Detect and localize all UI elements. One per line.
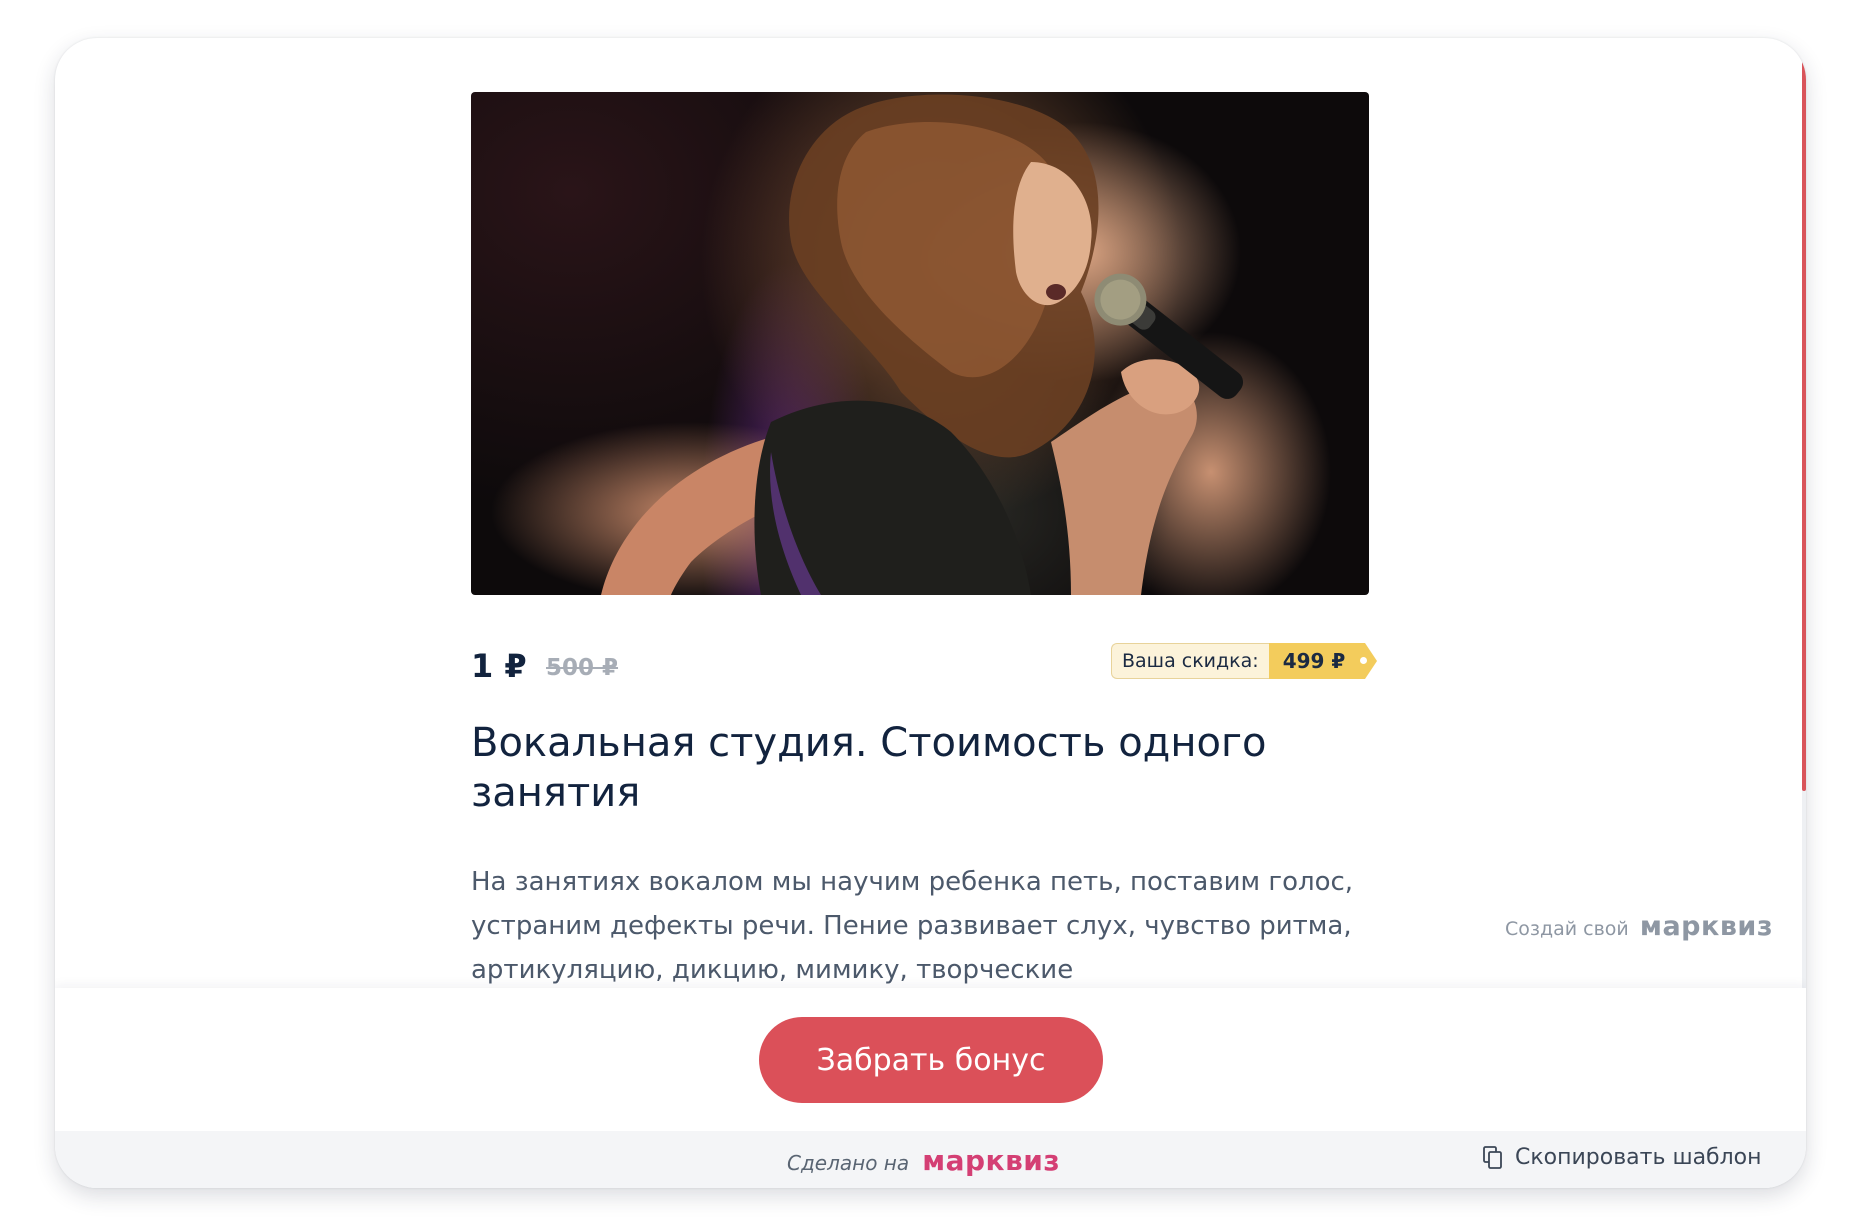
made-on-link[interactable]: Сделано на марквиз	[787, 1144, 1060, 1177]
price-old: 500 ₽	[546, 655, 619, 681]
product-title: Вокальная студия. Стоимость одного занят…	[471, 720, 1267, 816]
discount-badge: Ваша скидка: 499 ₽	[1111, 643, 1377, 679]
scrollbar-thumb[interactable]	[1802, 56, 1806, 791]
footer: Сделано на марквиз Скопировать шаблон	[55, 1131, 1806, 1188]
discount-label: Ваша скидка:	[1111, 643, 1269, 679]
discount-value: 499 ₽	[1268, 643, 1377, 679]
tag-hole-icon	[1360, 657, 1368, 664]
product-image	[471, 92, 1369, 595]
marquiz-footer-logo: марквиз	[922, 1144, 1061, 1177]
marquiz-logo: марквиз	[1639, 911, 1774, 942]
copy-template-label: Скопировать шаблон	[1515, 1145, 1762, 1170]
cta-bar: Забрать бонус	[55, 988, 1806, 1131]
copy-icon	[1483, 1145, 1502, 1169]
made-on-text: Сделано на	[787, 1151, 910, 1175]
get-bonus-button[interactable]: Забрать бонус	[759, 1017, 1103, 1103]
price-current: 1 ₽	[471, 647, 527, 685]
price-row: 1 ₽ 500 ₽ Ваша скидка: 499 ₽	[471, 643, 1381, 693]
singer-illustration	[601, 94, 1244, 595]
copy-template-button[interactable]: Скопировать шаблон	[1483, 1145, 1762, 1170]
quiz-card: 1 ₽ 500 ₽ Ваша скидка: 499 ₽ Вокальная с…	[55, 38, 1806, 1188]
product-description: На занятиях вокалом мы научим ребенка пе…	[471, 867, 1354, 985]
create-own-link[interactable]: Создай свой марквиз	[1505, 911, 1773, 942]
create-own-text: Создай свой	[1505, 918, 1629, 940]
discount-amount: 499 ₽	[1282, 649, 1346, 673]
